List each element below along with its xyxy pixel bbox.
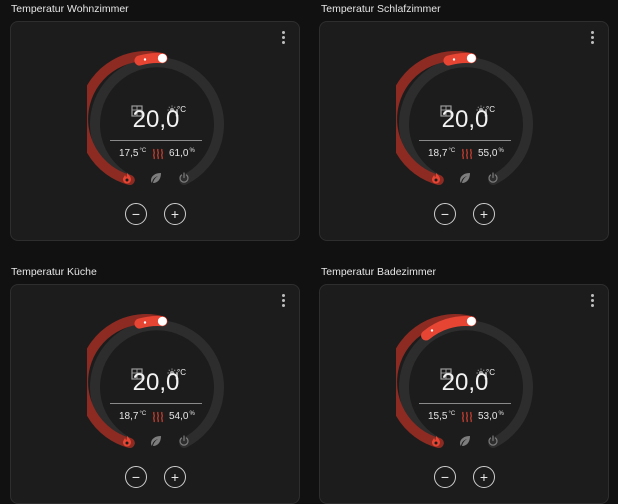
more-vertical-icon[interactable] [586,292,598,308]
leaf-icon[interactable] [459,435,471,447]
flame-icon[interactable] [121,435,133,447]
current-temperature: 17,5°C [119,148,146,159]
target-temperature: 20,0 [441,106,489,133]
card-title-kueche: Temperatur Küche [11,266,97,278]
dial-handle [157,53,167,63]
target-temperature: 20,0 [441,369,489,396]
increase-temperature-button[interactable]: + [473,466,495,488]
power-icon[interactable] [487,172,499,184]
current-temperature-value: 15,5 [428,411,448,422]
flame-icon[interactable] [430,172,442,184]
flame-icon[interactable] [430,435,442,447]
dial-handle [466,53,476,63]
dial-handle-dot [452,58,456,61]
heat-waves-icon [153,148,163,160]
current-temperature: 15,5°C [428,411,455,422]
current-temperature-value: 18,7 [119,411,139,422]
current-temperature: 18,7°C [428,148,455,159]
humidity-unit: % [498,148,504,154]
leaf-icon[interactable] [150,172,162,184]
card-title-badezimmer: Temperatur Badezimmer [321,266,436,278]
dial-handle-dot [143,58,147,61]
current-temperature-unit: °C [448,411,456,417]
humidity-value: 53,0 [478,411,498,422]
target-temperature-unit: °C [486,368,495,377]
current-temperature-unit: °C [448,148,456,154]
divider [419,140,511,141]
current-temperature-value: 17,5 [119,148,139,159]
thermostat-card-wohnzimmer: 20,0 °C 17,5°C 61,0% − + [10,21,300,241]
decrease-temperature-button[interactable]: − [434,203,456,225]
humidity-value: 61,0 [169,148,189,159]
current-temperature: 18,7°C [119,411,146,422]
thermostat-card-badezimmer: 20,0 °C 15,5°C 53,0% − + [319,284,609,504]
card-title-wohnzimmer: Temperatur Wohnzimmer [11,3,129,15]
thermostat-card-kueche: 20,0 °C 18,7°C 54,0% − + [10,284,300,504]
humidity-unit: % [189,148,195,154]
card-title-schlafzimmer: Temperatur Schlafzimmer [321,3,441,15]
flame-icon[interactable] [121,172,133,184]
humidity-value: 54,0 [169,411,189,422]
humidity: 61,0% [169,148,195,159]
current-temperature-unit: °C [139,148,147,154]
humidity-value: 55,0 [478,148,498,159]
dial-handle-dot [143,321,147,324]
increase-temperature-button[interactable]: + [164,203,186,225]
heat-waves-icon [462,148,472,160]
divider [419,403,511,404]
dial-handle [466,316,476,326]
increase-temperature-button[interactable]: + [164,466,186,488]
leaf-icon[interactable] [150,435,162,447]
decrease-temperature-button[interactable]: − [125,466,147,488]
dial-handle [157,316,167,326]
heat-waves-icon [153,411,163,423]
current-temperature-unit: °C [139,411,147,417]
humidity: 54,0% [169,411,195,422]
divider [110,403,202,404]
power-icon[interactable] [178,435,190,447]
target-temperature: 20,0 [132,106,180,133]
humidity-unit: % [189,411,195,417]
more-vertical-icon[interactable] [277,292,289,308]
dial-handle-dot [430,329,434,332]
humidity: 53,0% [478,411,504,422]
humidity: 55,0% [478,148,504,159]
more-vertical-icon[interactable] [586,29,598,45]
power-icon[interactable] [178,172,190,184]
target-temperature: 20,0 [132,369,180,396]
decrease-temperature-button[interactable]: − [125,203,147,225]
humidity-unit: % [498,411,504,417]
power-icon[interactable] [487,435,499,447]
leaf-icon[interactable] [459,172,471,184]
target-temperature-unit: °C [177,368,186,377]
more-vertical-icon[interactable] [277,29,289,45]
thermostat-card-schlafzimmer: 20,0 °C 18,7°C 55,0% − + [319,21,609,241]
current-temperature-value: 18,7 [428,148,448,159]
increase-temperature-button[interactable]: + [473,203,495,225]
decrease-temperature-button[interactable]: − [434,466,456,488]
divider [110,140,202,141]
heat-waves-icon [462,411,472,423]
target-temperature-unit: °C [486,105,495,114]
target-temperature-unit: °C [177,105,186,114]
